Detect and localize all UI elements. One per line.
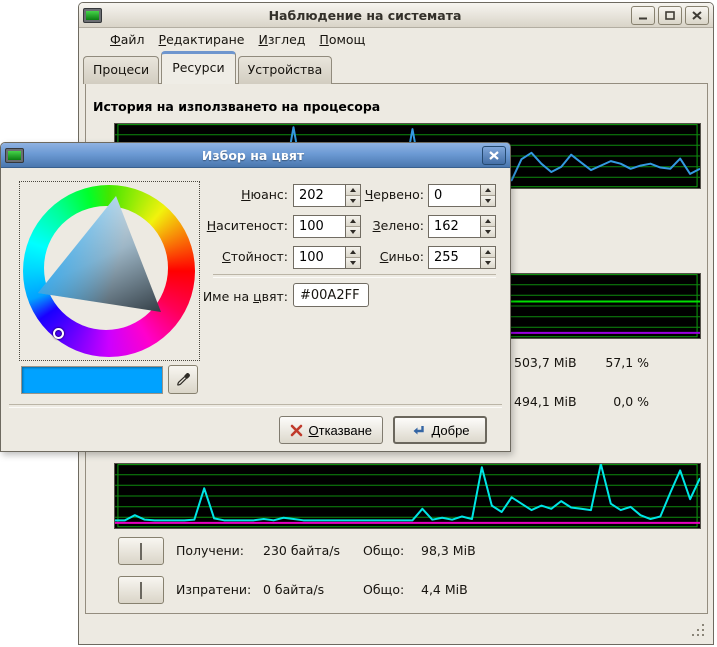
menu-edit[interactable]: Редактиране [152,29,252,50]
tab-resources[interactable]: Ресурси [161,51,235,84]
separator [9,404,502,408]
color-picker-dialog: Избор на цвят Нюанс: Наситеност: [0,142,511,452]
main-titlebar[interactable]: Наблюдение на системата [79,3,713,28]
system-monitor-icon [5,148,24,163]
minimize-button[interactable] [631,6,655,25]
received-color-button[interactable] [118,537,164,565]
blue-spin [428,246,496,269]
separator [213,274,496,278]
sent-rate: 0 байта/s [263,582,324,597]
resize-grip[interactable] [692,624,706,638]
dialog-title: Избор на цвят [24,148,482,163]
menu-help[interactable]: Помощ [312,29,372,50]
blue-input[interactable] [428,246,480,269]
received-color-chip [140,543,142,560]
swap-used-amount: 494,1 MiB [514,394,577,409]
memory-used-percent: 57,1 % [594,355,649,370]
sent-color-button[interactable] [118,576,164,604]
maximize-button[interactable] [658,6,682,25]
eyedropper-button[interactable] [168,365,198,394]
ok-button[interactable]: Добре [393,416,487,444]
maximize-icon [665,11,675,20]
swap-used-percent: 0,0 % [594,394,649,409]
tabbar: Процеси Ресурси Устройства [83,50,332,84]
color-preview-swatch [21,366,163,394]
menu-view[interactable]: Изглед [252,29,313,50]
cancel-x-icon [290,424,303,437]
tab-devices[interactable]: Устройства [238,56,333,84]
menu-file[interactable]: Файл [103,29,152,50]
system-monitor-icon [83,8,102,23]
sent-total: 4,4 MiB [421,582,468,597]
green-spin-down[interactable] [481,227,495,237]
received-label: Получени: [176,543,244,558]
menubar: Файл Редактиране Изглед Помощ [79,28,713,50]
red-spin-up[interactable] [481,185,495,196]
red-spin [428,184,496,207]
color-name-label: Име на цвят: [161,289,288,304]
spin-down-icon [485,199,491,203]
green-spin [428,215,496,238]
dialog-titlebar[interactable]: Избор на цвят [1,143,510,168]
blue-spin-up[interactable] [481,247,495,258]
red-label: Червено: [331,187,424,202]
blue-label: Синьо: [331,249,424,264]
sent-label: Изпратени: [176,582,251,597]
close-button[interactable] [685,6,709,25]
received-total: 98,3 MiB [421,543,476,558]
red-spin-down[interactable] [481,196,495,206]
green-input[interactable] [428,215,480,238]
tab-processes[interactable]: Процеси [83,56,159,84]
ok-enter-icon [410,424,425,437]
red-input[interactable] [428,184,480,207]
sent-total-label: Общо: [363,582,404,597]
desktop: Наблюдение на системата Файл Редактиране… [0,0,717,647]
color-wheel-box [19,181,200,361]
network-history-graph [114,463,701,529]
spin-up-icon [485,219,491,223]
value-label: Стойност: [161,249,288,264]
spin-up-icon [485,188,491,192]
eyedropper-icon [176,372,191,387]
spin-down-icon [485,261,491,265]
spin-up-icon [485,250,491,254]
statusbar [80,614,712,643]
green-label: Зелено: [331,218,424,233]
memory-used-amount: 503,7 MiB [514,355,577,370]
hue-label: Нюанс: [161,187,288,202]
spin-down-icon [485,230,491,234]
sent-color-chip [140,582,142,599]
close-icon [692,11,702,20]
green-spin-up[interactable] [481,216,495,227]
received-rate: 230 байта/s [263,543,340,558]
minimize-icon [638,11,648,20]
window-title: Наблюдение на системата [102,8,628,23]
hue-marker[interactable] [53,328,64,339]
dialog-close-button[interactable] [482,146,506,165]
color-name-input[interactable]: #00A2FF [293,283,369,307]
cancel-button[interactable]: Отказване [279,416,383,444]
received-total-label: Общо: [363,543,404,558]
blue-spin-down[interactable] [481,258,495,268]
saturation-label: Наситеност: [161,218,288,233]
close-icon [489,151,499,160]
cpu-section-title: История на използването на процесора [93,99,380,114]
